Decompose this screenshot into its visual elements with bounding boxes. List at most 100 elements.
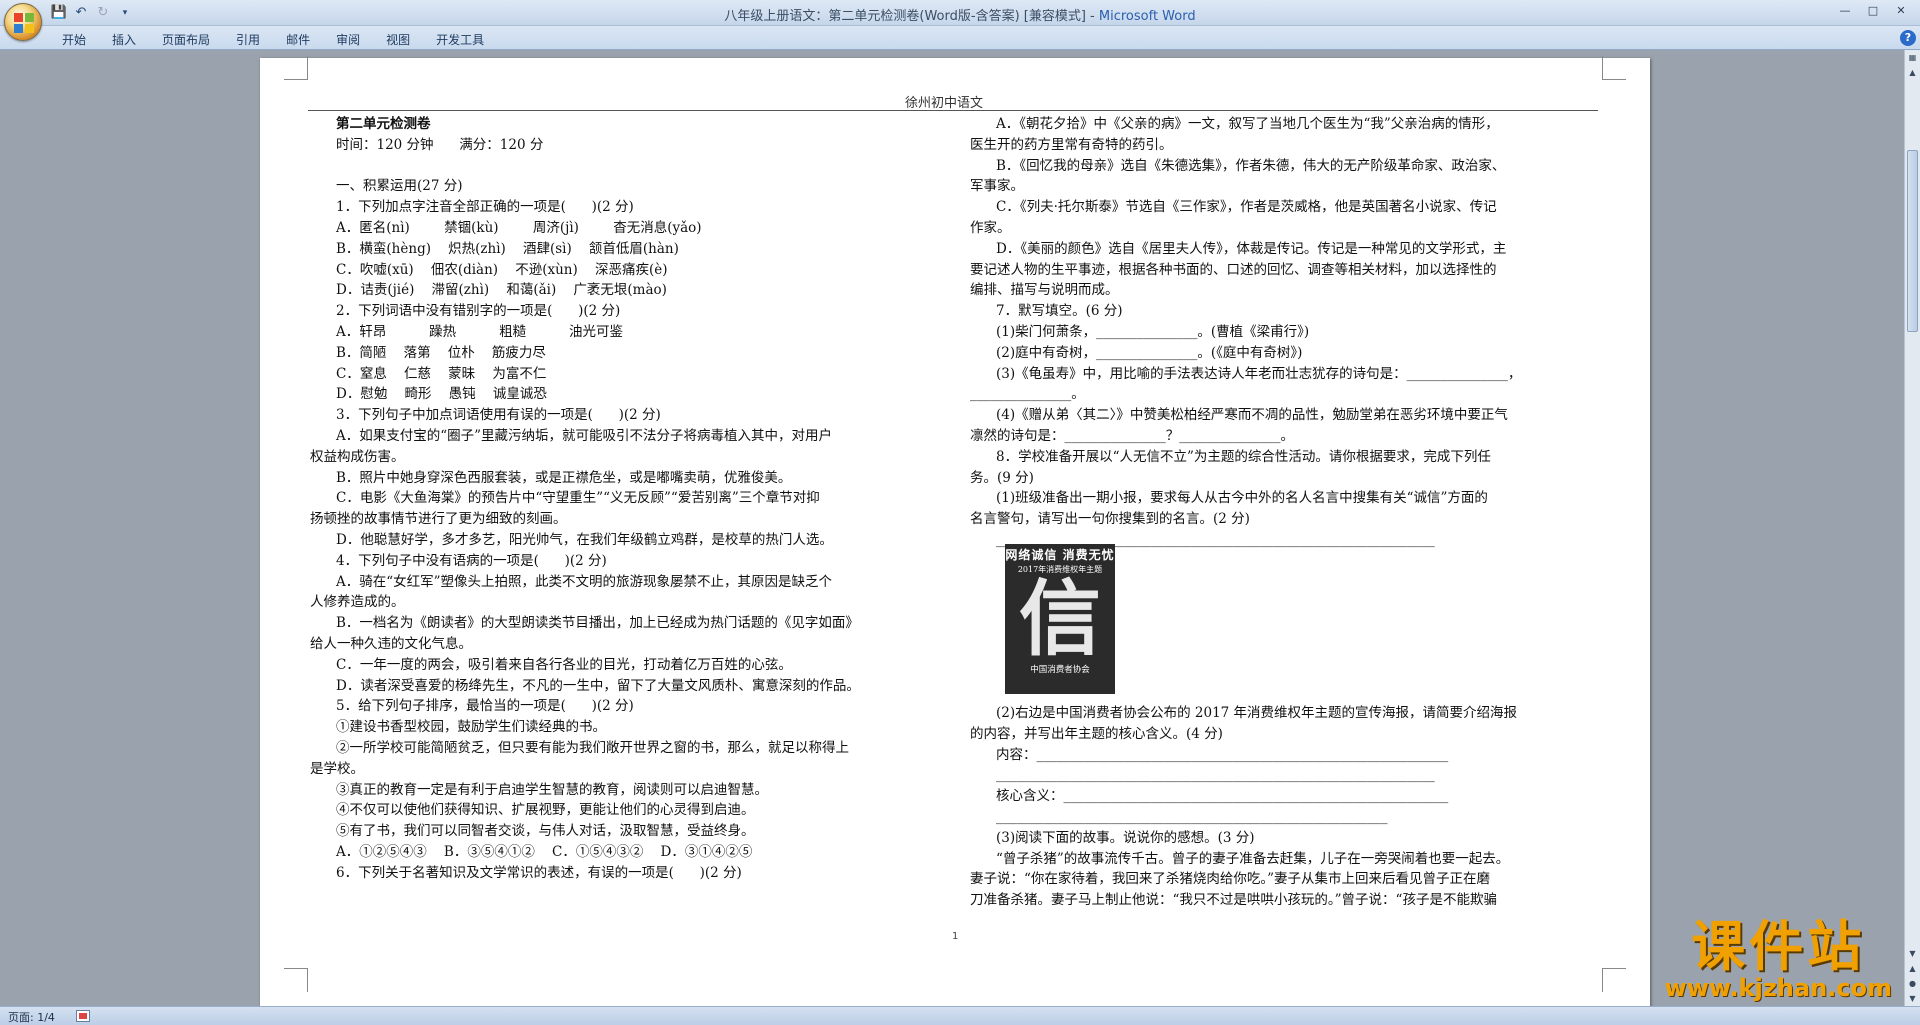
page-number: 1 (952, 931, 959, 942)
left-column: 第二单元检测卷时间：120 分钟 满分：120 分 一、积累运用(27 分) 1．… (310, 114, 928, 883)
text-line: 人修养造成的。 (310, 594, 405, 611)
text-line (310, 156, 928, 177)
tab-page-layout[interactable]: 页面布局 (150, 29, 224, 49)
site-watermark: 课件站 www.kjzhan.com (1664, 915, 1892, 1002)
text-line: D．读者深受喜爱的杨绛先生，不凡的一生中，留下了大量文风质朴、寓意深刻的作品。 (336, 677, 860, 694)
text-line: 4．下列句子中没有语病的一项是( )(2 分) (336, 552, 607, 569)
page-indicator[interactable]: 页面: 1/4 (8, 1009, 55, 1025)
crop-mark-top-left (284, 56, 308, 80)
right-column-bottom: (2)右边是中国消费者协会公布的 2017 年消费维权年主题的宣传海报，请简要介… (970, 703, 1620, 911)
text-line: 务。(9 分) (970, 469, 1034, 486)
tab-review[interactable]: 审阅 (324, 29, 374, 49)
text-line: C．《列夫·托尔斯泰》节选自《三作家》，作者是茨威格，他是英国著名小说家、传记 (996, 199, 1497, 216)
text-line: (3)《龟虽寿》中，用比喻的手法表达诗人年老而壮志犹存的诗句是：________… (996, 365, 1522, 382)
scroll-up-icon[interactable]: ▲ (1905, 65, 1920, 80)
tab-home[interactable]: 开始 (50, 29, 100, 49)
text-line: 要记述人物的生平事迹，根据各种书面的、口述的回忆、调查等相关材料，加以选择性的 (970, 261, 1497, 278)
text-line: 刀准备杀猪。妻子马上制止他说：“我只不过是哄哄小孩玩的。”曾子说：“孩子是不能欺… (970, 892, 1497, 909)
window-title: 八年级上册语文：第二单元检测卷(Word版-含答案) [兼容模式] - Micr… (0, 5, 1920, 24)
text-line: (3)阅读下面的故事。说说你的感想。(3 分) (996, 829, 1255, 846)
text-line: B．《回忆我的母亲》选自《朱德选集》，作者朱德，伟大的无产阶级革命家、政治家、 (996, 157, 1506, 174)
watermark-text: 课件站 (1691, 915, 1866, 978)
text-line: C．吹嘘(xū) 佃农(diàn) 不逊(xùn) 深恶痛疾(è) (336, 261, 668, 278)
crop-mark-top-right (1602, 56, 1626, 80)
office-button[interactable] (4, 3, 42, 41)
text-line: 5．给下列句子排序，最恰当的一项是( )(2 分) (336, 698, 634, 715)
tab-developer[interactable]: 开发工具 (424, 29, 498, 49)
text-line: 一、积累运用(27 分) (336, 178, 463, 195)
text-line: B．简陋 落第 位朴 筋疲力尽 (336, 344, 546, 361)
tab-mailings[interactable]: 邮件 (274, 29, 324, 49)
ribbon: 开始 插入 页面布局 引用 邮件 审阅 视图 开发工具 ? (0, 26, 1920, 50)
text-line: ①建设书香型校园，鼓励学生们读经典的书。 (336, 719, 606, 736)
text-line: (1)班级准备出一期小报，要求每人从古今中外的名人名言中搜集有关“诚信”方面的 (996, 490, 1488, 507)
ribbon-tabs: 开始 插入 页面布局 引用 邮件 审阅 视图 开发工具 (50, 29, 498, 49)
text-line: 凛然的诗句是：_______________？_______________。 (970, 427, 1294, 444)
close-icon[interactable]: ✕ (1888, 2, 1914, 20)
scroll-thumb[interactable] (1907, 150, 1918, 332)
poster-glyph: 信 (1018, 571, 1101, 667)
text-line: 编排、描写与说明而成。 (970, 282, 1119, 299)
text-line: ③真正的教育一定是有利于启迪学生智慧的教育，阅读则可以启迪智慧。 (336, 781, 768, 798)
text-line: 医生开的药方里常有奇特的药引。 (970, 136, 1173, 153)
text-line: 3．下列句子中加点词语使用有误的一项是( )(2 分) (336, 407, 661, 424)
text-line: 妻子说：“你在家待着，我回来了杀猪烧肉给你吃。”妻子从集市上回来后看见曾子正在磨 (970, 871, 1491, 888)
page-header: 徐州初中语文 (905, 96, 984, 111)
consumer-rights-poster: 网络诚信 消费无忧 2017年消费维权年主题 信 中国消费者协会 (1005, 544, 1115, 694)
scroll-down-icon[interactable]: ▼ (1905, 946, 1920, 961)
text-line: 核心含义：___________________________________… (996, 788, 1449, 805)
crop-mark-bottom-right (1602, 968, 1626, 992)
text-line: ________________________________________… (996, 808, 1388, 825)
help-icon[interactable]: ? (1900, 30, 1916, 46)
text-line: 8．学校准备开展以“人无信不立”为主题的综合性活动。请你根据要求，完成下列任 (996, 448, 1491, 465)
next-page-icon[interactable]: ▼ (1905, 991, 1920, 1006)
maximize-icon[interactable]: □ (1860, 2, 1886, 20)
app-name: Microsoft Word (1098, 9, 1196, 24)
text-line: B．一档名为《朗读者》的大型朗读类节目播出，加上已经成为热门话题的《见字如面》 (336, 615, 859, 632)
proofing-icon[interactable] (76, 1010, 90, 1022)
text-line: 给人一种久违的文化气息。 (310, 635, 472, 652)
text-line: ________________________________________… (996, 767, 1435, 784)
text-line: A．《朝花夕拾》中《父亲的病》一文，叙写了当地几个医生为“我”父亲治病的情形， (996, 116, 1499, 132)
text-line: (2)右边是中国消费者协会公布的 2017 年消费维权年主题的宣传海报，请简要介… (996, 705, 1518, 721)
text-line: 名言警句，请写出一句你搜集到的名言。(2 分) (970, 511, 1250, 528)
document-title: 八年级上册语文：第二单元检测卷(Word版-含答案) [兼容模式] - (724, 9, 1099, 24)
tab-insert[interactable]: 插入 (100, 29, 150, 49)
text-line: 的内容，并写出年主题的核心含义。(4 分) (970, 725, 1223, 742)
text-line: A．匿名(nì) 禁锢(kù) 周济(jì) 杳无消息(yǎo) (336, 219, 702, 236)
watermark-url: www.kjzhan.com (1664, 974, 1892, 1002)
text-line: D．他聪慧好学，多才多艺，阳光帅气，在我们年级鹤立鸡群，是校草的热门人选。 (336, 531, 833, 548)
text-line: B．横蛮(hèng) 炽热(zhì) 酒肆(sì) 颔首低眉(hàn) (336, 240, 679, 257)
text-line: 作家。 (970, 219, 1011, 236)
tab-references[interactable]: 引用 (224, 29, 274, 49)
text-line: 时间：120 分钟 满分：120 分 (336, 136, 544, 153)
text-line: 内容：_____________________________________… (996, 746, 1449, 763)
document-page[interactable]: 徐州初中语文 第二单元检测卷时间：120 分钟 满分：120 分 一、积累运用(… (260, 56, 1650, 1006)
text-line: B．照片中她身穿深色西服套装，或是正襟危坐，或是嘟嘴卖萌，优雅俊美。 (336, 469, 792, 486)
text-line: A．①②⑤④③ B．③⑤④①② C．①⑤④③② D．③①④②⑤ (336, 843, 753, 860)
document-area: 徐州初中语文 第二单元检测卷时间：120 分钟 满分：120 分 一、积累运用(… (0, 50, 1904, 1006)
text-line: A．骑在“女红军”塑像头上拍照，此类不文明的旅游现象屡禁不止，其原因是缺乏个 (336, 573, 833, 590)
text-line: (4)《赠从弟〈其二〉》中赞美松柏经严寒而不凋的品性，勉励堂弟在恶劣环境中要正气 (996, 407, 1508, 424)
text-line: 第二单元检测卷 (336, 116, 431, 132)
text-line: _______________。 (970, 386, 1085, 403)
text-line: 1．下列加点字注音全部正确的一项是( )(2 分) (336, 199, 634, 216)
tab-view[interactable]: 视图 (374, 29, 424, 49)
ruler-toggle-icon[interactable]: ▦ (1905, 50, 1920, 65)
text-line: D．诘责(jié) 滞留(zhì) 和蔼(ǎi) 广袤无垠(mào) (336, 282, 667, 299)
text-line: A．如果支付宝的“圈子”里藏污纳垢，就可能吸引不法分子将病毒植入其中，对用户 (336, 427, 833, 444)
minimize-icon[interactable]: — (1832, 2, 1858, 20)
text-line: A．轩昂 躁热 粗糙 油光可鉴 (336, 323, 623, 340)
text-line: D．慰勉 畸形 愚钝 诚皇诚恐 (336, 386, 547, 403)
vertical-scrollbar[interactable]: ▦ ▲ ▼ ▲ ● ▼ (1904, 50, 1920, 1006)
select-browse-object-icon[interactable]: ● (1905, 976, 1920, 991)
text-line: (2)庭中有奇树，_______________。(《庭中有奇树》) (996, 344, 1303, 361)
poster-title: 网络诚信 消费无忧 (1005, 548, 1115, 562)
text-line: ④不仅可以使他们获得知识、扩展视野，更能让他们的心灵得到启迪。 (336, 802, 755, 819)
previous-page-icon[interactable]: ▲ (1905, 961, 1920, 976)
text-line: ⑤有了书，我们可以同智者交谈，与伟人对话，汲取智慧，受益终身。 (336, 823, 755, 840)
window-controls: — □ ✕ (1832, 2, 1914, 20)
text-line: ②一所学校可能简陋贫乏，但只要有能为我们敞开世界之窗的书，那么，就足以称得上 (336, 739, 849, 756)
header-divider (308, 110, 1598, 111)
text-line: C．一年一度的两会，吸引着来自各行各业的目光，打动着亿万百姓的心弦。 (336, 656, 792, 673)
